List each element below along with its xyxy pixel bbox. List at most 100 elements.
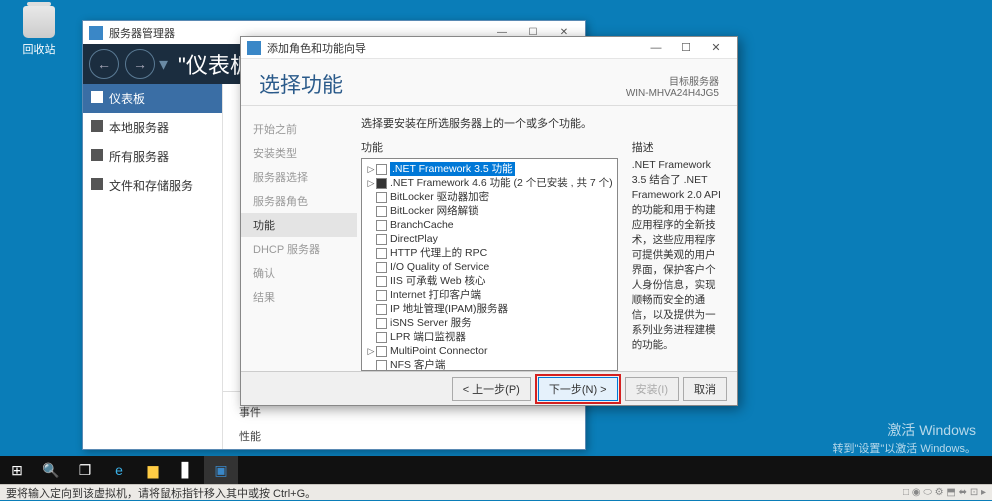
feature-label: Internet 打印客户端	[390, 288, 481, 302]
feature-checkbox[interactable]	[376, 262, 387, 273]
wiz-title: 添加角色和功能向导	[267, 40, 366, 56]
wizard-step[interactable]: 结果	[241, 285, 357, 309]
feature-checkbox[interactable]	[376, 290, 387, 301]
feature-row[interactable]: IP 地址管理(IPAM)服务器	[364, 302, 615, 316]
feature-checkbox[interactable]	[376, 220, 387, 231]
feature-checkbox[interactable]	[376, 360, 387, 371]
vm-statusbar: 要将输入定向到该虚拟机，请将鼠标指针移入其中或按 Ctrl+G。 □ ◉ ⬭ ⚙…	[0, 484, 992, 500]
sidebar-item[interactable]: 仪表板	[83, 84, 222, 113]
sidebar-item-label: 所有服务器	[109, 150, 169, 164]
sidebar-item[interactable]: 本地服务器	[83, 113, 222, 142]
sidebar-item-label: 文件和存储服务	[109, 179, 193, 193]
instruction-text: 选择要安装在所选服务器上的一个或多个功能。	[361, 115, 723, 131]
feature-row[interactable]: IIS 可承载 Web 核心	[364, 274, 615, 288]
feature-checkbox[interactable]	[376, 276, 387, 287]
feature-label: MultiPoint Connector	[390, 344, 487, 358]
feature-row[interactable]: Internet 打印客户端	[364, 288, 615, 302]
wizard-step[interactable]: 服务器选择	[241, 165, 357, 189]
sidebar-item-icon	[91, 120, 103, 132]
prev-button[interactable]: < 上一步(P)	[452, 377, 531, 401]
wizard-step[interactable]: 安装类型	[241, 141, 357, 165]
expand-icon[interactable]: ▷	[366, 344, 376, 358]
expand-icon[interactable]: ▷	[366, 176, 376, 190]
sidebar-item[interactable]: 所有服务器	[83, 142, 222, 171]
sidebar-item-label: 本地服务器	[109, 121, 169, 135]
vm-status-text: 要将输入定向到该虚拟机，请将鼠标指针移入其中或按 Ctrl+G。	[6, 485, 316, 501]
install-button[interactable]: 安装(I)	[625, 377, 679, 401]
feature-checkbox[interactable]	[376, 192, 387, 203]
perf-label[interactable]: 性能	[239, 428, 569, 444]
server-manager-icon	[89, 26, 103, 40]
wizard-step[interactable]: 服务器角色	[241, 189, 357, 213]
wiz-header: 选择功能 目标服务器 WIN-MHVA24H4JG5	[241, 59, 737, 106]
explorer-button[interactable]: ▆	[136, 456, 170, 484]
feature-label: BitLocker 网络解锁	[390, 204, 479, 218]
taskbar[interactable]: ⊞ 🔍 ❐ e ▆ ▋ ▣	[0, 456, 992, 484]
wiz-titlebar[interactable]: 添加角色和功能向导 — ☐ ✕	[241, 37, 737, 59]
target-server-label: 目标服务器	[626, 73, 719, 88]
feature-row[interactable]: HTTP 代理上的 RPC	[364, 246, 615, 260]
next-button[interactable]: 下一步(N) >	[538, 377, 618, 401]
features-list[interactable]: ▷.NET Framework 3.5 功能▷.NET Framework 4.…	[361, 158, 618, 371]
feature-checkbox[interactable]	[376, 346, 387, 357]
wizard-step[interactable]: 开始之前	[241, 117, 357, 141]
feature-checkbox[interactable]	[376, 318, 387, 329]
wizard-icon	[247, 41, 261, 55]
task-view-button[interactable]: ❐	[68, 456, 102, 484]
activation-watermark: 激活 Windows 转到"设置"以激活 Windows。	[833, 420, 977, 456]
expand-icon[interactable]: ▷	[366, 162, 376, 176]
feature-checkbox[interactable]	[376, 332, 387, 343]
feature-row[interactable]: ▷ .NET Framework 4.6 功能 (2 个已安装 , 共 7 个)	[364, 176, 615, 190]
nav-back-button[interactable]: ←	[89, 49, 119, 79]
feature-row[interactable]: BranchCache	[364, 218, 615, 232]
feature-row[interactable]: ▷ MultiPoint Connector	[364, 344, 615, 358]
search-button[interactable]: 🔍	[34, 456, 68, 484]
feature-checkbox[interactable]	[376, 248, 387, 259]
feature-label: .NET Framework 4.6 功能 (2 个已安装 , 共 7 个)	[390, 176, 613, 190]
wiz-maximize-button[interactable]: ☐	[671, 39, 701, 57]
server-manager-taskbar-button[interactable]: ▣	[204, 456, 238, 484]
wizard-step[interactable]: 确认	[241, 261, 357, 285]
start-button[interactable]: ⊞	[0, 456, 34, 484]
events-label[interactable]: 事件	[239, 404, 569, 420]
feature-label: iSNS Server 服务	[390, 316, 472, 330]
sm-title: 服务器管理器	[109, 25, 175, 41]
feature-row[interactable]: BitLocker 驱动器加密	[364, 190, 615, 204]
nav-forward-button[interactable]: →	[125, 49, 155, 79]
feature-label: DirectPlay	[390, 232, 438, 246]
vm-status-icons: □ ◉ ⬭ ⚙ ⬒ ⬌ ⊡ ▸	[903, 487, 986, 498]
wizard-step[interactable]: 功能	[241, 213, 357, 237]
feature-row[interactable]: DirectPlay	[364, 232, 615, 246]
recycle-bin-icon	[23, 6, 55, 38]
feature-row[interactable]: NFS 客户端	[364, 358, 615, 371]
recycle-bin[interactable]: 回收站	[14, 6, 64, 57]
sm-sidebar: 仪表板本地服务器所有服务器文件和存储服务	[83, 84, 223, 449]
feature-checkbox[interactable]	[376, 304, 387, 315]
wiz-minimize-button[interactable]: —	[641, 39, 671, 57]
feature-label: IIS 可承载 Web 核心	[390, 274, 486, 288]
target-server-value: WIN-MHVA24H4JG5	[626, 88, 719, 99]
ie-button[interactable]: e	[102, 456, 136, 484]
sidebar-item[interactable]: 文件和存储服务	[83, 171, 222, 200]
feature-label: BranchCache	[390, 218, 454, 232]
wizard-step[interactable]: DHCP 服务器	[241, 237, 357, 261]
feature-row[interactable]: I/O Quality of Service	[364, 260, 615, 274]
sidebar-item-icon	[91, 149, 103, 161]
recycle-bin-label: 回收站	[14, 41, 64, 57]
feature-row[interactable]: iSNS Server 服务	[364, 316, 615, 330]
feature-row[interactable]: BitLocker 网络解锁	[364, 204, 615, 218]
feature-row[interactable]: ▷.NET Framework 3.5 功能	[364, 162, 615, 176]
cancel-button[interactable]: 取消	[683, 377, 727, 401]
sidebar-item-icon	[91, 178, 103, 190]
feature-checkbox[interactable]	[376, 164, 387, 175]
cmd-button[interactable]: ▋	[170, 456, 204, 484]
feature-checkbox[interactable]	[376, 206, 387, 217]
feature-checkbox[interactable]	[376, 178, 387, 189]
feature-checkbox[interactable]	[376, 234, 387, 245]
wiz-close-button[interactable]: ✕	[701, 39, 731, 57]
wiz-footer: < 上一步(P) 下一步(N) > 安装(I) 取消	[241, 371, 737, 405]
feature-row[interactable]: LPR 端口监视器	[364, 330, 615, 344]
features-header: 功能	[361, 139, 618, 155]
feature-label: NFS 客户端	[390, 358, 445, 371]
sidebar-item-label: 仪表板	[109, 92, 145, 106]
